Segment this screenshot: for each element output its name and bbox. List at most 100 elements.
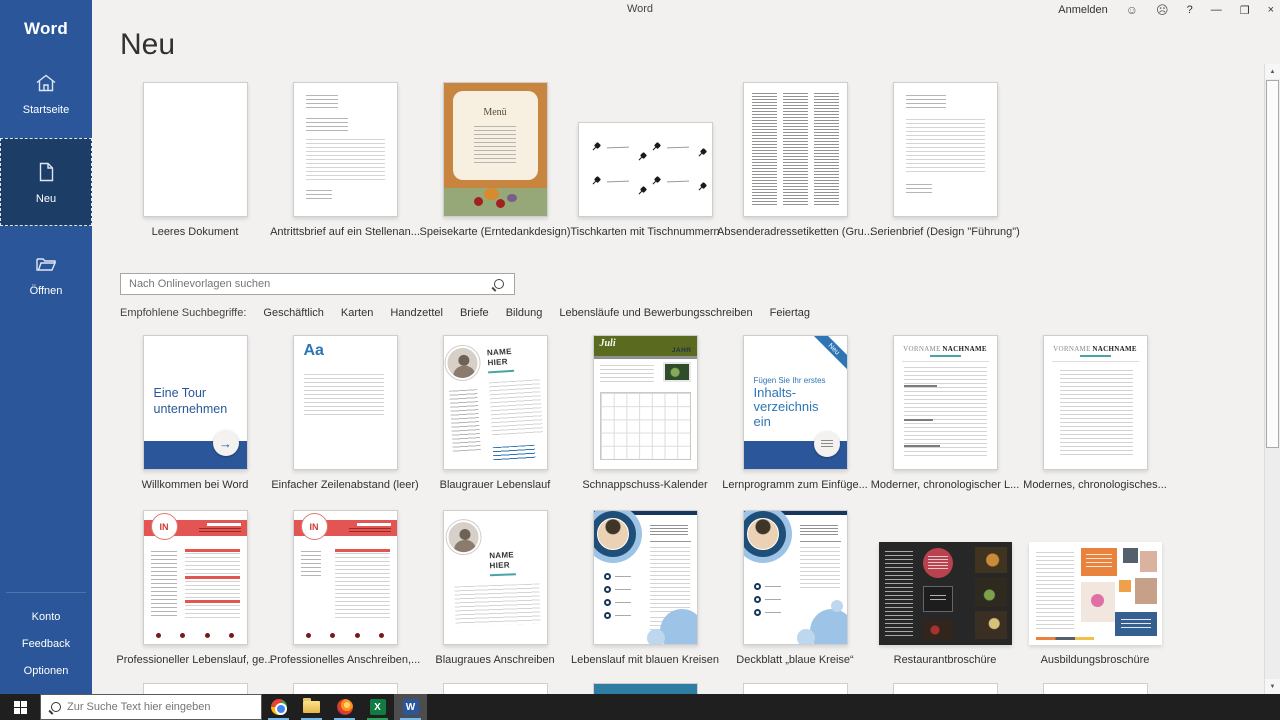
template-deckblatt-blaue-kreise[interactable]: Deckblatt „blaue Kreise“ — [720, 510, 870, 667]
light-blue-circle — [660, 609, 698, 645]
suggested-label: Empfohlene Suchbegriffe: — [120, 307, 246, 319]
sidebar-item-startseite[interactable]: Startseite — [0, 58, 92, 128]
section-heading-line — [904, 385, 937, 387]
sidebar-item-feedback[interactable]: Feedback — [0, 630, 92, 657]
vertical-scrollbar[interactable]: ▲ ▼ — [1264, 64, 1280, 694]
template-label: Antrittsbrief auf ein Stellenan... — [270, 226, 420, 239]
scroll-up-icon[interactable]: ▲ — [1265, 64, 1280, 79]
template-blaugraues-anschreiben[interactable]: NAME HIER Blaugraues Anschreiben — [420, 510, 570, 667]
portrait-photo — [747, 518, 779, 550]
template-thumbnail — [593, 510, 698, 645]
text-lines — [304, 374, 384, 416]
template-professionelles-anschreiben[interactable]: IN Professionelles Anschreiben,... — [270, 510, 420, 667]
search-term-briefe[interactable]: Briefe — [460, 307, 489, 319]
search-icon[interactable] — [494, 279, 504, 289]
template-ausbildungsbroschuere[interactable]: Ausbildungsbroschüre — [1020, 542, 1170, 667]
partial-thumbnail[interactable] — [893, 683, 998, 694]
partial-thumbnail[interactable] — [293, 683, 398, 694]
text-lines — [1036, 552, 1074, 631]
smiley-feedback-icon[interactable]: ☺ — [1126, 4, 1138, 16]
partial-thumbnail[interactable] — [593, 683, 698, 694]
menu-card: Menü — [453, 91, 538, 180]
arrow-button-icon: → — [213, 430, 239, 456]
template-thumbnail — [1029, 542, 1162, 645]
template-moderner-lebenslauf[interactable]: VORNAME NACHNAME Moderner, chronologisch… — [870, 335, 1020, 492]
search-term-lebenslaeufe[interactable]: Lebensläufe und Bewerbungsschreiben — [559, 307, 752, 319]
light-blue-circle — [797, 629, 815, 645]
restore-button[interactable]: ❐ — [1240, 4, 1250, 17]
template-thumbnail: NAME HIER — [443, 335, 548, 470]
sidebar-item-neu[interactable]: Neu — [0, 138, 92, 226]
template-label: Professionelles Anschreiben,... — [270, 654, 420, 667]
start-button[interactable] — [0, 694, 40, 720]
sidebar-item-oeffnen[interactable]: Öffnen — [0, 230, 92, 318]
word-logo: Word — [0, 0, 92, 58]
template-serienbrief[interactable]: Serienbrief (Design "Führung") — [870, 82, 1020, 239]
partial-thumbnail[interactable] — [1043, 683, 1148, 694]
template-thumbnail: Aa — [293, 335, 398, 470]
template-label: Modernes, chronologisches... — [1023, 479, 1167, 492]
name-placeholder: NAME HIER — [489, 550, 516, 576]
sidebar-item-label: Öffnen — [30, 285, 63, 297]
template-professioneller-lebenslauf[interactable]: IN Professioneller Lebenslauf, ge... — [120, 510, 270, 667]
sidebar-item-optionen[interactable]: Optionen — [0, 657, 92, 684]
template-restaurantbroschuere[interactable]: Restaurantbroschüre — [870, 542, 1020, 667]
template-speisekarte[interactable]: Menü Speisekarte (Erntedankdesign) — [420, 82, 570, 239]
minimize-button[interactable]: — — [1211, 4, 1222, 16]
search-term-geschaeftlich[interactable]: Geschäftlich — [263, 307, 324, 319]
taskbar-chrome[interactable] — [262, 694, 295, 720]
home-icon — [34, 71, 58, 95]
template-antrittsbrief[interactable]: Antrittsbrief auf ein Stellenan... — [270, 82, 420, 239]
search-term-bildung[interactable]: Bildung — [506, 307, 543, 319]
partial-thumbnail[interactable] — [443, 683, 548, 694]
template-modernes-anschreiben[interactable]: VORNAME NACHNAME Modernes, chronologisch… — [1020, 335, 1170, 492]
child-photo — [1081, 582, 1115, 622]
taskbar-excel[interactable]: X — [361, 694, 394, 720]
search-term-handzettel[interactable]: Handzettel — [390, 307, 443, 319]
taskbar-search-input[interactable] — [67, 701, 261, 713]
template-lernprogramm[interactable]: Neu Fügen Sie Ihr erstes Inhalts- verzei… — [720, 335, 870, 492]
taskbar-firefox[interactable] — [328, 694, 361, 720]
divider — [800, 541, 841, 542]
template-absenderadressetiketten[interactable]: Absenderadressetiketten (Gru... — [720, 82, 870, 239]
close-button[interactable]: × — [1268, 4, 1274, 16]
frown-feedback-icon[interactable]: ☹ — [1156, 4, 1169, 16]
template-lebenslauf-blaue-kreise[interactable]: Lebenslauf mit blauen Kreisen — [570, 510, 720, 667]
text-lines — [906, 184, 932, 194]
text-lines — [650, 547, 690, 613]
tilted-page: NAME HIER — [443, 510, 548, 645]
template-search-input[interactable] — [121, 278, 494, 290]
scroll-down-icon[interactable]: ▼ — [1265, 679, 1280, 694]
scrollbar-thumb[interactable] — [1266, 80, 1279, 448]
template-einfacher-zeilenabstand[interactable]: Aa Einfacher Zeilenabstand (leer) — [270, 335, 420, 492]
name-lines — [650, 525, 688, 535]
apple-graphic — [496, 199, 505, 208]
partial-thumbnail[interactable] — [743, 683, 848, 694]
template-schnappschuss-kalender[interactable]: Juli JAHR Schnappschuss-Kalender — [570, 335, 720, 492]
template-thumbnail — [743, 510, 848, 645]
template-thumbnail — [143, 82, 248, 217]
template-label: Professioneller Lebenslauf, ge... — [116, 654, 273, 667]
taskbar-word[interactable]: W — [394, 694, 427, 720]
partial-thumbnail[interactable] — [143, 683, 248, 694]
search-term-feiertag[interactable]: Feiertag — [770, 307, 810, 319]
template-thumbnail — [893, 82, 998, 217]
help-icon[interactable]: ? — [1187, 4, 1193, 16]
ornament — [699, 182, 706, 189]
suggested-searches: Empfohlene Suchbegriffe: Geschäftlich Ka… — [120, 307, 1264, 319]
template-label: Leeres Dokument — [152, 226, 239, 239]
food-photo — [975, 547, 1007, 573]
footer-dots — [306, 633, 385, 638]
new-badge: Neu — [810, 335, 847, 372]
taskbar-file-explorer[interactable] — [295, 694, 328, 720]
pumpkin-graphic — [484, 188, 499, 200]
sidebar-item-konto[interactable]: Konto — [0, 603, 92, 630]
template-willkommen[interactable]: Eine Tour unternehmen → Willkommen bei W… — [120, 335, 270, 492]
template-blaugrauer-lebenslauf[interactable]: NAME HIER Blaugrauer Lebenslauf — [420, 335, 570, 492]
sign-in-link[interactable]: Anmelden — [1058, 4, 1108, 16]
insert-toc-icon — [814, 431, 840, 457]
search-term-karten[interactable]: Karten — [341, 307, 373, 319]
menu-title: Menü — [453, 107, 538, 118]
template-leeres-dokument[interactable]: Leeres Dokument — [120, 82, 270, 239]
template-tischkarten[interactable]: Tischkarten mit Tischnummern — [570, 122, 720, 239]
